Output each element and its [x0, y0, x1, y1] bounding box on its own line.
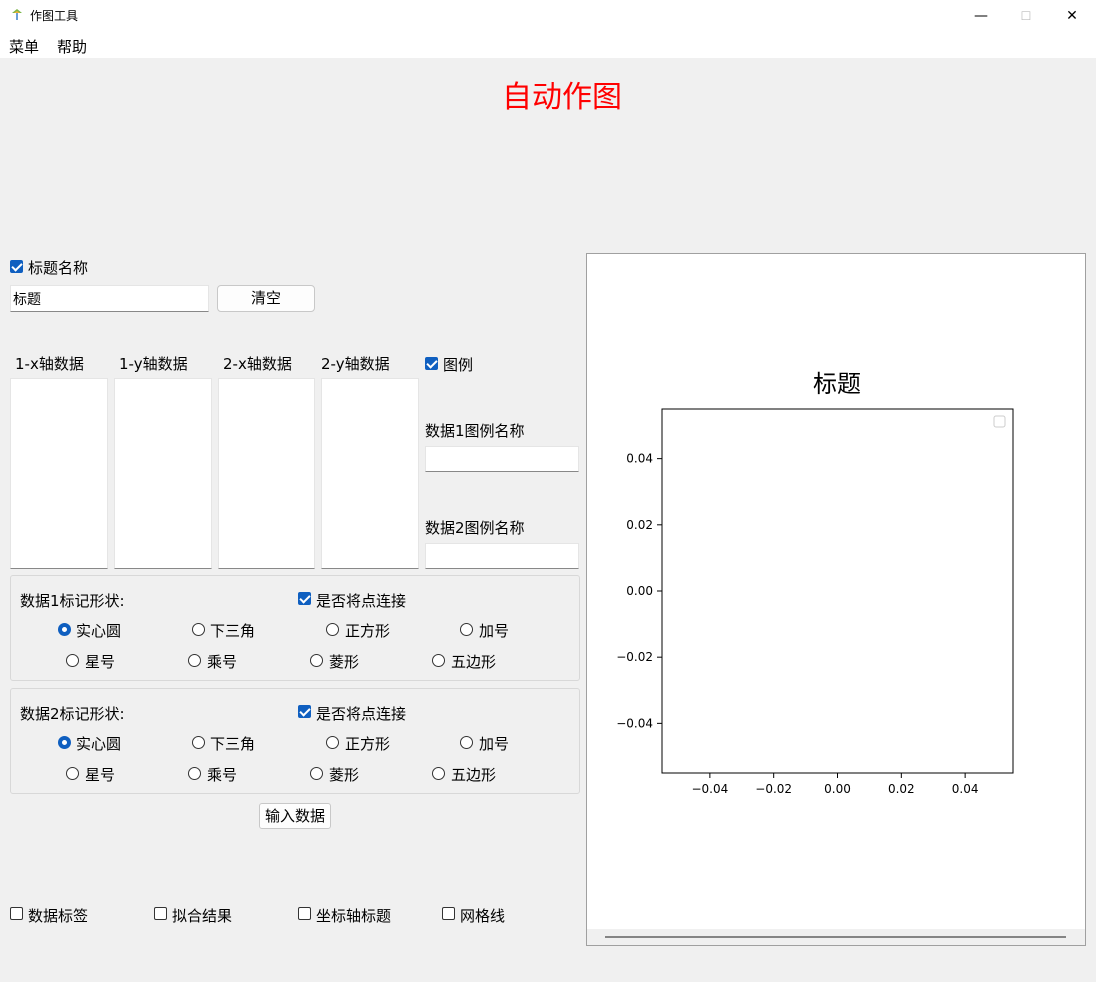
x-tick-label: 0.02: [888, 782, 915, 796]
marker2-label-filled-circle: 实心圆: [76, 735, 122, 753]
marker1-label-diamond: 菱形: [329, 653, 360, 671]
title-bar: [0, 0, 1096, 32]
marker1-radio-filled-circle[interactable]: [58, 623, 71, 636]
legend-checkbox[interactable]: [425, 357, 438, 370]
minimize-button[interactable]: —: [958, 0, 1004, 32]
y-tick-label: 0.00: [626, 584, 653, 598]
y-tick-label: 0.04: [626, 452, 653, 466]
page-title: 自动作图: [502, 80, 622, 115]
window-title: 作图工具: [30, 9, 79, 23]
y-tick-label: −0.04: [616, 716, 653, 730]
plot-canvas: 标题 −0.04 −0.02 0.00 0.02 0.04 0.040.020.00−0…: [616, 370, 1014, 796]
marker2-radio-plus[interactable]: [460, 736, 473, 749]
connect-points-2-label: 是否将点连接: [316, 705, 407, 723]
legend2-name-input[interactable]: [425, 543, 579, 569]
column-label-2y: 2-y轴数据: [321, 355, 390, 373]
y-tick-label: −0.02: [616, 650, 653, 664]
maximize-button[interactable]: ☐: [1003, 0, 1049, 32]
title-checkbox-label: 标题名称: [28, 259, 89, 277]
column-label-1y: 1-y轴数据: [119, 355, 188, 373]
marker2-radio-filled-circle[interactable]: [58, 736, 71, 749]
x-tick-label: 0.04: [952, 782, 979, 796]
legend2-name-label: 数据2图例名称: [425, 519, 525, 537]
axis-titles-label: 坐标轴标题: [316, 907, 392, 925]
marker1-label-plus: 加号: [479, 622, 510, 640]
connect-points-2-checkbox[interactable]: [298, 705, 311, 718]
fit-result-label: 拟合结果: [172, 907, 233, 925]
x-tick-label: 0.00: [824, 782, 851, 796]
y-axis-ticks: 0.04 0.02 0.00 −0.02 −0.04: [616, 452, 662, 730]
menu-item-menu[interactable]: 菜单: [9, 36, 39, 57]
marker2-label-star: 星号: [85, 766, 116, 784]
legend-box: [993, 415, 1006, 428]
marker1-label-pentagon: 五边形: [451, 653, 497, 671]
marker1-label-square: 正方形: [345, 622, 391, 640]
marker1-radio-pentagon[interactable]: [432, 654, 445, 667]
marker2-label-plus: 加号: [479, 735, 510, 753]
marker1-radio-cross[interactable]: [188, 654, 201, 667]
axis-titles-checkbox[interactable]: [298, 907, 311, 920]
marker1-label-filled-circle: 实心圆: [76, 622, 122, 640]
marker-group-2-label: 数据2标记形状:: [20, 705, 125, 723]
marker1-label-star: 星号: [85, 653, 116, 671]
marker2-radio-pentagon[interactable]: [432, 767, 445, 780]
marker2-label-down-triangle: 下三角: [210, 735, 256, 753]
app-icon: [12, 9, 22, 20]
gridlines-label: 网格线: [460, 907, 506, 925]
y-tick-label: 0.02: [626, 518, 653, 532]
gridlines-checkbox[interactable]: [442, 907, 455, 920]
minimize-icon: —: [974, 8, 988, 24]
fit-result-checkbox[interactable]: [154, 907, 167, 920]
marker1-label-cross: 乘号: [207, 653, 238, 671]
column-label-2x: 2-x轴数据: [223, 355, 292, 373]
marker2-label-pentagon: 五边形: [451, 766, 497, 784]
connect-points-1-checkbox[interactable]: [298, 592, 311, 605]
menu-item-help[interactable]: 帮助: [57, 36, 87, 57]
horizontal-scrollbar-thumb[interactable]: [605, 936, 1066, 938]
data-labels-label: 数据标签: [28, 907, 89, 925]
data-labels-checkbox[interactable]: [10, 907, 23, 920]
close-button[interactable]: ✕: [1049, 0, 1095, 32]
marker2-radio-cross[interactable]: [188, 767, 201, 780]
title-checkbox[interactable]: [10, 260, 23, 273]
marker-group-1-label: 数据1标记形状:: [20, 592, 125, 610]
clear-button[interactable]: 清空: [217, 285, 315, 312]
marker2-radio-star[interactable]: [66, 767, 79, 780]
marker2-label-cross: 乘号: [207, 766, 238, 784]
data-2y-textarea[interactable]: [321, 378, 419, 569]
marker2-label-square: 正方形: [345, 735, 391, 753]
title-input[interactable]: 标题: [10, 285, 209, 312]
x-axis-ticks: −0.04 −0.02 0.00 0.02 0.04: [691, 773, 978, 796]
input-data-button[interactable]: 输入数据: [259, 803, 331, 829]
x-tick-label: −0.04: [691, 782, 728, 796]
marker1-radio-down-triangle[interactable]: [192, 623, 205, 636]
marker1-radio-diamond[interactable]: [310, 654, 323, 667]
x-tick-label: −0.02: [755, 782, 792, 796]
marker2-radio-diamond[interactable]: [310, 767, 323, 780]
legend1-name-label: 数据1图例名称: [425, 422, 525, 440]
legend1-name-input[interactable]: [425, 446, 579, 472]
maximize-icon: ☐: [1020, 9, 1032, 23]
marker2-radio-square[interactable]: [326, 736, 339, 749]
chart-title: 标题: [813, 370, 861, 398]
marker1-label-down-triangle: 下三角: [210, 622, 256, 640]
marker1-radio-plus[interactable]: [460, 623, 473, 636]
marker2-label-diamond: 菱形: [329, 766, 360, 784]
connect-points-1-label: 是否将点连接: [316, 592, 407, 610]
marker1-radio-square[interactable]: [326, 623, 339, 636]
data-1y-textarea[interactable]: [114, 378, 212, 569]
data-1x-textarea[interactable]: [10, 378, 108, 569]
marker2-radio-down-triangle[interactable]: [192, 736, 205, 749]
column-label-1x: 1-x轴数据: [15, 355, 84, 373]
marker1-radio-star[interactable]: [66, 654, 79, 667]
data-2x-textarea[interactable]: [218, 378, 315, 569]
legend-checkbox-label: 图例: [443, 356, 474, 374]
menu-bar: [0, 32, 1096, 58]
plot-axes-frame: [661, 408, 1014, 774]
close-icon: ✕: [1066, 8, 1078, 24]
